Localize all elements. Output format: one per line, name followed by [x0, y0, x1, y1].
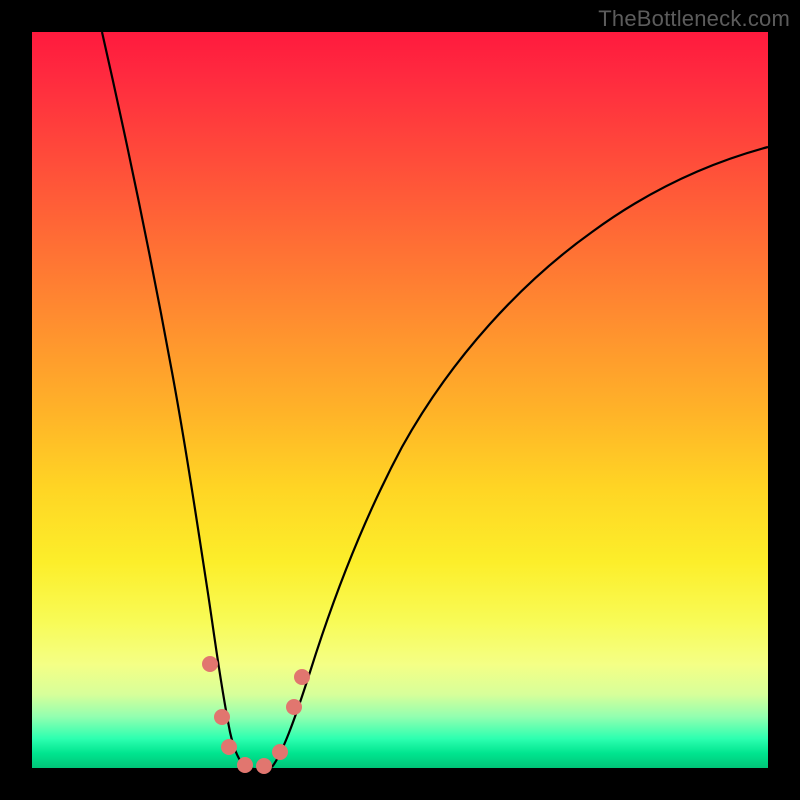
curve-left-branch	[102, 32, 246, 767]
chart-frame: TheBottleneck.com	[0, 0, 800, 800]
marker-dot	[256, 758, 272, 774]
marker-dot	[221, 739, 237, 755]
marker-dot	[294, 669, 310, 685]
marker-dot	[202, 656, 218, 672]
watermark-text: TheBottleneck.com	[598, 6, 790, 32]
bottleneck-curve	[32, 32, 768, 768]
marker-dot	[272, 744, 288, 760]
marker-dot	[286, 699, 302, 715]
marker-dot	[237, 757, 253, 773]
marker-dot	[214, 709, 230, 725]
curve-right-branch	[272, 147, 768, 767]
